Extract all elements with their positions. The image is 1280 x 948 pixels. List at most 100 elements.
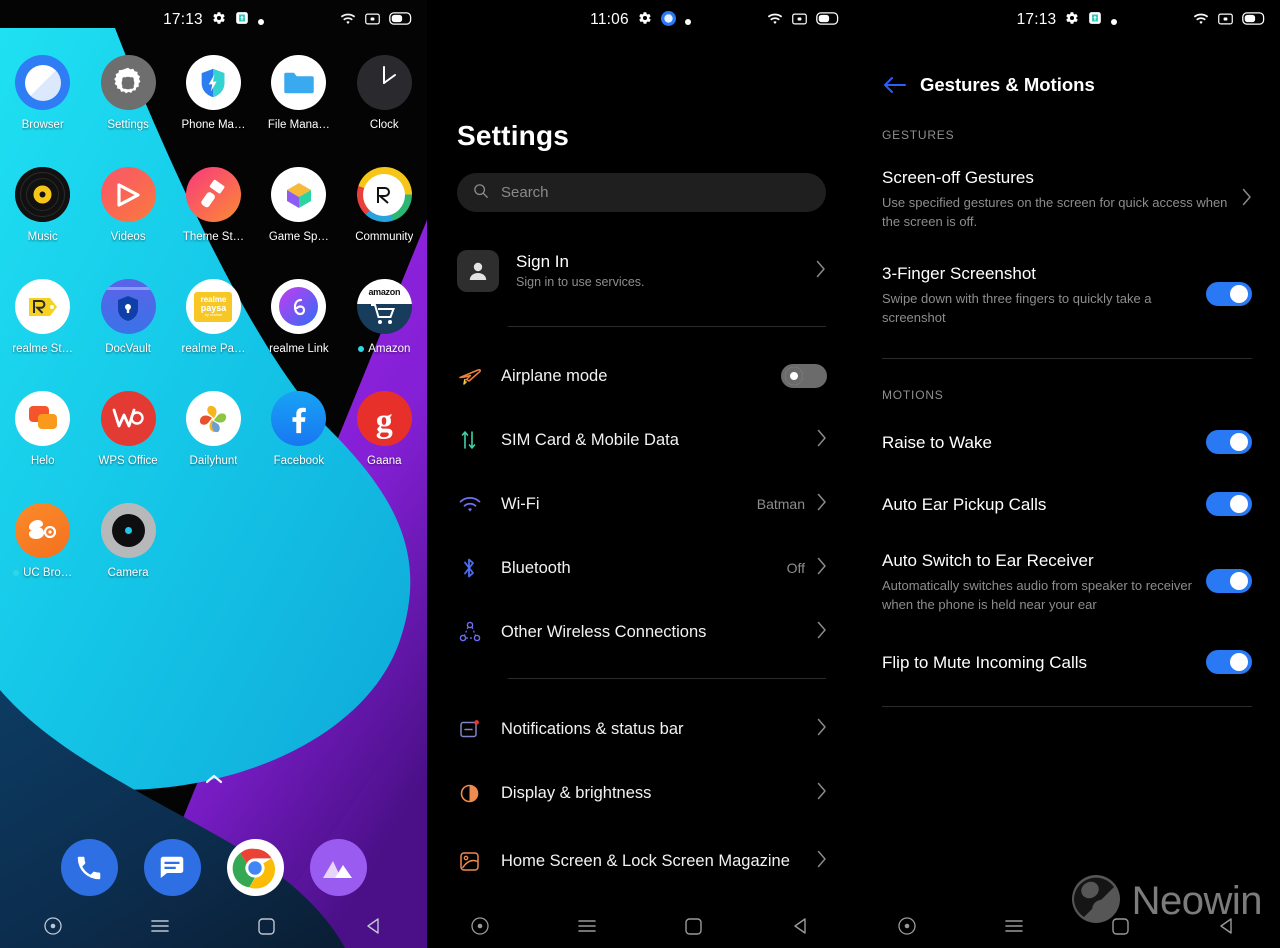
app-camera[interactable]: Camera — [85, 503, 170, 579]
row-title: Auto Ear Pickup Calls — [882, 494, 1047, 514]
home-navbar — [0, 904, 427, 948]
app-wps-office[interactable]: WPS Office — [85, 391, 170, 467]
auto-ear-pickup-toggle[interactable] — [1206, 492, 1252, 516]
wifi-icon — [1193, 12, 1209, 29]
theme-store-icon — [185, 167, 241, 222]
phone-icon[interactable] — [60, 839, 118, 896]
app-clock[interactable]: Clock — [342, 55, 427, 131]
app-music[interactable]: Music — [0, 167, 85, 243]
back-icon[interactable] — [747, 917, 854, 935]
app-realme-link[interactable]: realme Link — [256, 279, 341, 355]
app-facebook[interactable]: Facebook — [256, 391, 341, 467]
app-label: Browser — [21, 119, 64, 131]
realme-paysa-icon: realme paysa by realme — [185, 279, 241, 334]
app-amazon[interactable]: amazon Amazon — [342, 279, 427, 355]
cast-icon — [792, 12, 807, 29]
airplane-icon — [457, 363, 501, 389]
gestures-row-screen-off[interactable]: Screen-off Gestures Use specified gestur… — [882, 166, 1252, 231]
row-label: Home Screen & Lock Screen Magazine — [501, 852, 790, 870]
settings-status-bar: 11:06 — [427, 0, 854, 40]
settings-row-wifi[interactable]: Wi-Fi Batman — [457, 480, 827, 528]
app-label: DocVault — [105, 343, 151, 355]
app-dailyhunt[interactable]: Dailyhunt — [171, 391, 256, 467]
app-helo[interactable]: Helo — [0, 391, 85, 467]
gestures-row-three-finger-screenshot[interactable]: 3-Finger Screenshot Swipe down with thre… — [882, 262, 1252, 327]
gear-icon — [1065, 11, 1079, 29]
page-title: Settings — [457, 120, 570, 151]
app-uc-browser[interactable]: UC Bro… — [0, 503, 85, 579]
app-file-manager[interactable]: File Mana… — [256, 55, 341, 131]
flip-to-mute-toggle[interactable] — [1206, 650, 1252, 674]
settings-row-airplane-mode[interactable]: Airplane mode — [457, 352, 827, 400]
app-community[interactable]: Community — [342, 167, 427, 243]
chevron-right-icon — [817, 493, 827, 515]
app-label: realme St… — [12, 343, 74, 355]
app-game-space[interactable]: Game Sp… — [256, 167, 341, 243]
app-label: File Mana… — [267, 119, 330, 131]
photos-icon[interactable] — [309, 839, 367, 896]
assistant-icon[interactable] — [854, 917, 961, 935]
dot-icon — [1111, 12, 1118, 29]
app-gaana[interactable]: g Gaana — [342, 391, 427, 467]
wps-office-icon — [100, 391, 156, 446]
app-realme-store[interactable]: realme St… — [0, 279, 85, 355]
menu-icon[interactable] — [961, 918, 1068, 934]
settings-row-notifications[interactable]: Notifications & status bar — [457, 705, 827, 753]
settings-row-other-wireless[interactable]: Other Wireless Connections — [457, 608, 827, 656]
app-settings[interactable]: Settings — [85, 55, 170, 131]
app-realme-paysa[interactable]: realme paysa by realme realme Pa… — [171, 279, 256, 355]
assistant-icon[interactable] — [0, 917, 107, 935]
app-label: Clock — [369, 119, 399, 131]
raise-to-wake-toggle[interactable] — [1206, 430, 1252, 454]
chrome-icon[interactable] — [226, 839, 284, 896]
app-label: Game Sp… — [268, 231, 329, 243]
motions-row-auto-ear-pickup[interactable]: Auto Ear Pickup Calls — [882, 492, 1252, 516]
gestures-panel: 17:13 Gestures & Motions GESTURES Screen… — [854, 0, 1280, 948]
settings-row-bluetooth[interactable]: Bluetooth Off — [457, 544, 827, 592]
menu-icon[interactable] — [107, 918, 214, 934]
amazon-icon: amazon — [356, 279, 412, 334]
search-input[interactable]: Search — [457, 173, 826, 212]
sign-in-row[interactable]: Sign In Sign in to use services. — [457, 245, 826, 297]
back-arrow-icon[interactable] — [882, 72, 908, 98]
browser-icon — [15, 55, 71, 110]
home-icon[interactable] — [214, 917, 321, 935]
airplane-mode-toggle[interactable] — [781, 364, 827, 388]
settings-row-display[interactable]: Display & brightness — [457, 769, 827, 817]
app-browser[interactable]: Browser — [0, 55, 85, 131]
app-label: Music — [27, 231, 58, 243]
gear-icon — [638, 11, 652, 29]
messages-icon[interactable] — [143, 839, 201, 896]
screenshot-icon — [1088, 11, 1102, 29]
chevron-right-icon — [817, 621, 827, 643]
divider — [508, 326, 826, 327]
app-theme-store[interactable]: Theme St… — [171, 167, 256, 243]
videos-icon — [100, 167, 156, 222]
app-grid: Browser Settings Phone Ma… File Mana… Cl… — [0, 55, 427, 579]
assistant-icon[interactable] — [427, 917, 534, 935]
auto-switch-ear-receiver-toggle[interactable] — [1206, 569, 1252, 593]
settings-row-home-lock-screen[interactable]: Home Screen & Lock Screen Magazine — [457, 828, 827, 894]
battery-icon — [1242, 11, 1266, 29]
three-finger-screenshot-toggle[interactable] — [1206, 282, 1252, 306]
menu-icon[interactable] — [534, 918, 641, 934]
settings-row-sim-card[interactable]: SIM Card & Mobile Data — [457, 416, 827, 464]
app-label: Gaana — [367, 455, 402, 467]
home-icon[interactable] — [641, 917, 748, 935]
app-phone-manager[interactable]: Phone Ma… — [171, 55, 256, 131]
motions-row-flip-to-mute[interactable]: Flip to Mute Incoming Calls — [882, 650, 1252, 674]
wifi-icon — [767, 12, 783, 29]
chevron-right-icon — [816, 260, 826, 282]
app-label: Settings — [107, 119, 149, 131]
sim-card-icon — [457, 427, 501, 453]
app-videos[interactable]: Videos — [85, 167, 170, 243]
row-label: Bluetooth — [501, 559, 571, 577]
settings-panel: 11:06 Settings Search Sign In Sign in to… — [427, 0, 854, 948]
back-icon[interactable] — [320, 917, 427, 935]
motions-row-auto-switch-ear-receiver[interactable]: Auto Switch to Ear Receiver Automaticall… — [882, 549, 1252, 614]
app-drawer-handle[interactable] — [0, 770, 427, 790]
motions-row-raise-to-wake[interactable]: Raise to Wake — [882, 430, 1252, 454]
row-subtitle: Swipe down with three fingers to quickly… — [882, 291, 1152, 325]
screenshot-collage: 17:13 Browser Settings Phone Ma… File Ma… — [0, 0, 1280, 948]
app-docvault[interactable]: DocVault — [85, 279, 170, 355]
